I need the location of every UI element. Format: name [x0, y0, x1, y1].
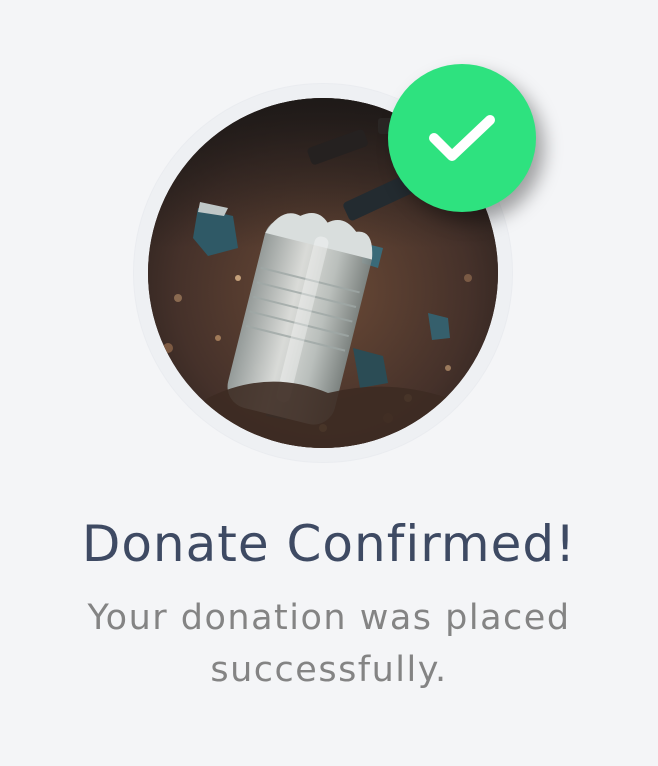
confirmation-message: Your donation was placed successfully. [0, 592, 658, 696]
checkmark-icon [429, 115, 495, 161]
confirmation-message-line-2: successfully. [210, 650, 448, 690]
confirmation-message-line-1: Your donation was placed [87, 598, 571, 638]
confirmation-title: Donate Confirmed! [81, 515, 577, 573]
donation-confirmed-screen: Donate Confirmed! Your donation was plac… [0, 0, 658, 766]
success-check-badge [388, 64, 536, 212]
